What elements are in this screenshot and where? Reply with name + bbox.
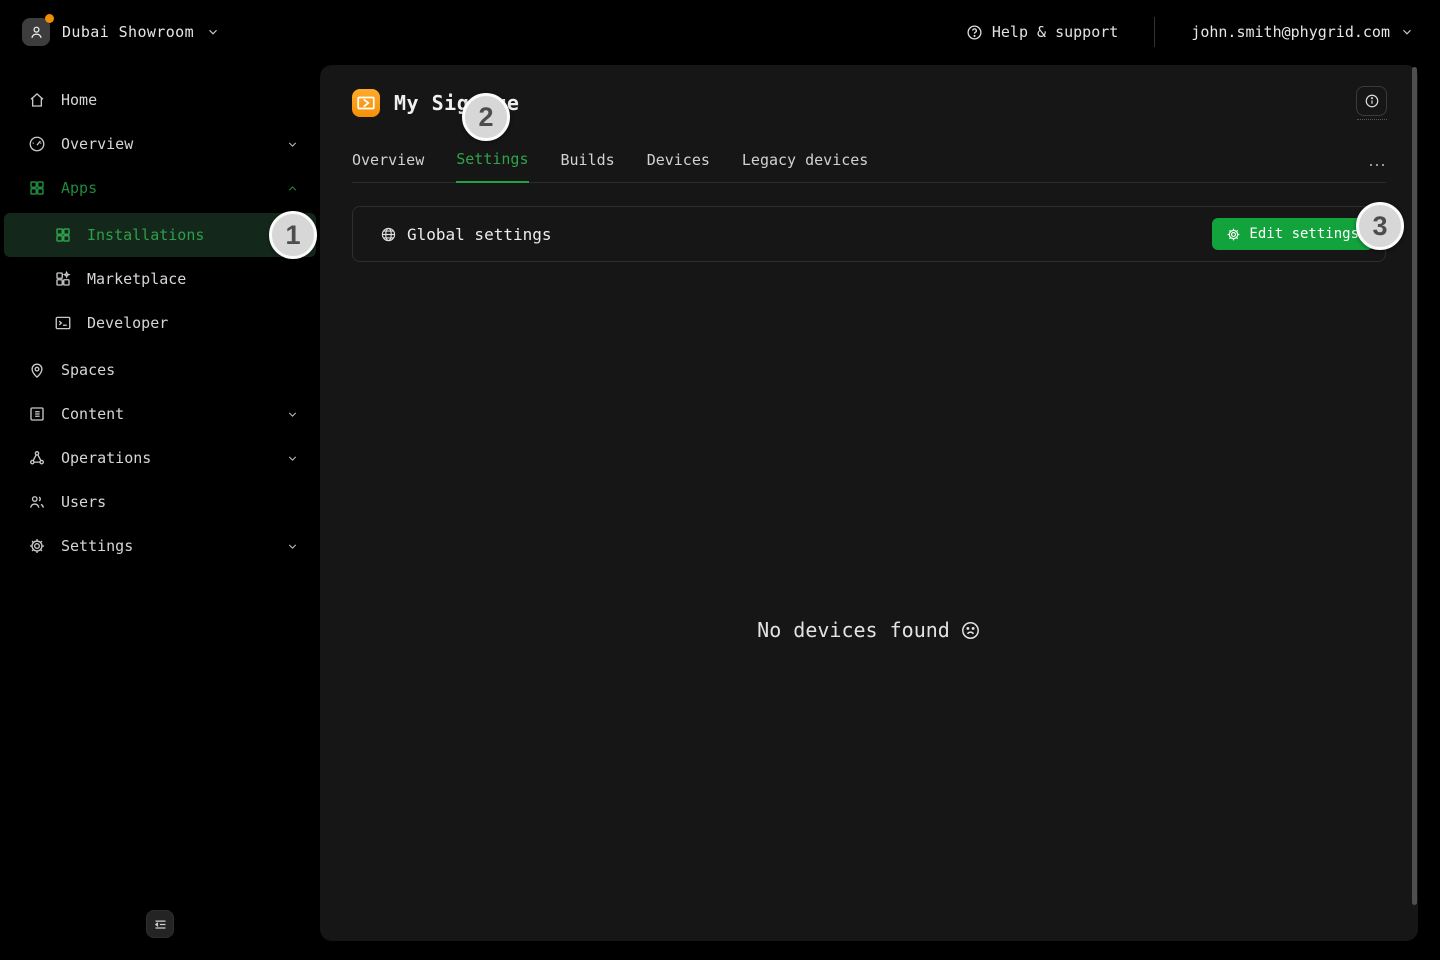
info-icon [1364, 93, 1380, 109]
chevron-down-icon [206, 25, 220, 39]
sidebar-item-label: Settings [61, 537, 133, 555]
sidebar-item-settings[interactable]: Settings [0, 524, 320, 568]
tooltip-underline [1357, 119, 1387, 120]
sidebar: Home Overview Apps Installations Marketp… [0, 64, 320, 960]
tab-devices[interactable]: Devices [647, 151, 710, 182]
sad-face-icon [960, 620, 981, 641]
marketplace-icon [54, 270, 72, 288]
sidebar-item-label: Apps [61, 179, 97, 197]
sidebar-item-spaces[interactable]: Spaces [0, 348, 320, 392]
org-name: Dubai Showroom [62, 23, 194, 41]
chevron-down-icon [1400, 25, 1414, 39]
sidebar-item-apps[interactable]: Apps [0, 166, 320, 210]
map-pin-icon [28, 361, 46, 379]
topbar: Dubai Showroom Help & support john.smith… [0, 0, 1440, 64]
annotation-badge-1: 1 [269, 211, 317, 259]
sidebar-item-label: Installations [87, 226, 204, 244]
document-list-icon [28, 405, 46, 423]
globe-icon [380, 226, 397, 243]
gear-icon [1226, 227, 1241, 242]
terminal-icon [54, 314, 72, 332]
scrollbar[interactable] [1412, 67, 1417, 905]
sidebar-item-home[interactable]: Home [0, 78, 320, 122]
notification-dot [45, 14, 54, 23]
info-button[interactable] [1356, 86, 1387, 116]
chevron-down-icon [286, 452, 299, 465]
tab-bar: Overview Settings Builds Devices Legacy … [352, 150, 1386, 183]
help-support-link[interactable]: Help & support [966, 23, 1118, 41]
sidebar-item-users[interactable]: Users [0, 480, 320, 524]
edit-settings-label: Edit settings [1249, 226, 1359, 242]
sidebar-item-label: Overview [61, 135, 133, 153]
tab-overview[interactable]: Overview [352, 151, 424, 182]
avatar [22, 18, 50, 46]
app-icon [352, 89, 380, 117]
collapse-sidebar-icon [153, 917, 168, 932]
sidebar-item-label: Users [61, 493, 106, 511]
topbar-divider [1154, 17, 1155, 47]
gear-icon [28, 537, 46, 555]
sidebar-item-marketplace[interactable]: Marketplace [0, 257, 320, 301]
chevron-up-icon [286, 182, 299, 195]
sidebar-item-label: Developer [87, 314, 168, 332]
main-panel: My Signage Overview Settings Builds Devi… [320, 65, 1418, 941]
network-icon [28, 449, 46, 467]
home-icon [28, 91, 46, 109]
empty-state-text: No devices found [757, 618, 950, 642]
header-right [1356, 86, 1387, 120]
chevron-down-icon [286, 408, 299, 421]
sidebar-item-content[interactable]: Content [0, 392, 320, 436]
annotation-badge-2: 2 [462, 93, 510, 141]
chevron-down-icon [286, 540, 299, 553]
tab-legacy-devices[interactable]: Legacy devices [742, 151, 868, 182]
chevron-down-icon [286, 138, 299, 151]
users-icon [28, 493, 46, 511]
user-email: john.smith@phygrid.com [1191, 23, 1390, 41]
person-icon [22, 18, 50, 46]
sidebar-item-label: Operations [61, 449, 151, 467]
global-settings-row: Global settings Edit settings [352, 206, 1386, 262]
tab-builds[interactable]: Builds [561, 151, 615, 182]
gauge-icon [28, 135, 46, 153]
sidebar-item-developer[interactable]: Developer [0, 301, 320, 345]
global-settings-label: Global settings [407, 225, 552, 244]
collapse-sidebar-button[interactable] [146, 910, 174, 938]
sidebar-item-overview[interactable]: Overview [0, 122, 320, 166]
ellipsis-icon [1368, 161, 1386, 169]
topbar-right: Help & support john.smith@phygrid.com [966, 17, 1440, 47]
help-icon [966, 24, 983, 41]
annotation-badge-3: 3 [1356, 202, 1404, 250]
sidebar-item-label: Home [61, 91, 97, 109]
sidebar-item-label: Marketplace [87, 270, 186, 288]
empty-state: No devices found [320, 618, 1418, 642]
sidebar-item-label: Spaces [61, 361, 115, 379]
grid-icon [28, 179, 46, 197]
grid-icon [54, 226, 72, 244]
org-switcher[interactable]: Dubai Showroom [22, 18, 220, 46]
help-support-label: Help & support [992, 23, 1118, 41]
sidebar-item-operations[interactable]: Operations [0, 436, 320, 480]
edit-settings-button[interactable]: Edit settings [1212, 218, 1373, 250]
more-menu-button[interactable] [1368, 161, 1386, 182]
tab-settings[interactable]: Settings [456, 150, 528, 183]
user-menu[interactable]: john.smith@phygrid.com [1191, 23, 1414, 41]
global-settings-label-group: Global settings [380, 225, 552, 244]
sidebar-item-label: Content [61, 405, 124, 423]
